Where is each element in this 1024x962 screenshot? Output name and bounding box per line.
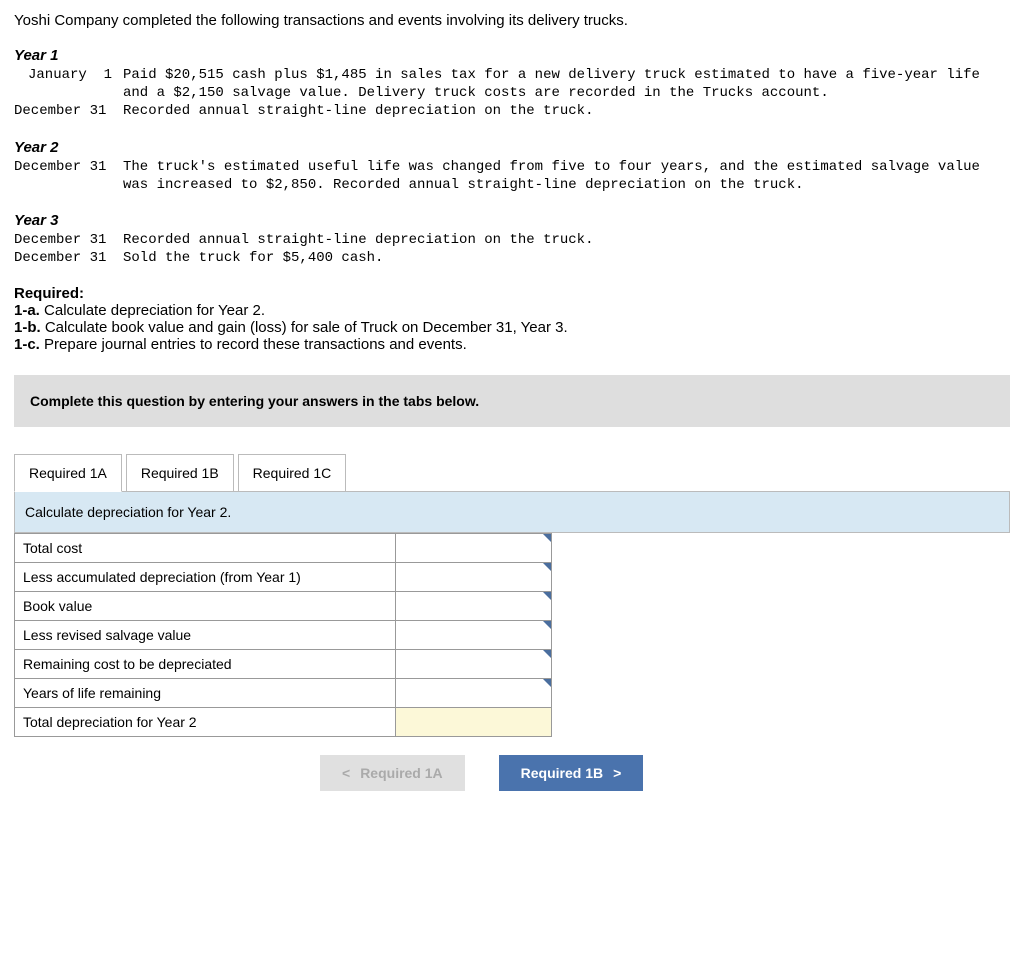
tab-required-1c[interactable]: Required 1C	[238, 454, 347, 492]
year2-heading: Year 2	[14, 139, 1010, 156]
row-less-accum-label: Less accumulated depreciation (from Year…	[15, 563, 396, 592]
req-1a-text: Calculate depreciation for Year 2.	[40, 302, 265, 319]
tabs-row: Required 1A Required 1B Required 1C	[14, 453, 1010, 492]
table-row: Total cost	[15, 534, 552, 563]
year3-dec31b-date: December 31	[14, 249, 123, 267]
table-row: Less accumulated depreciation (from Year…	[15, 563, 552, 592]
instruction-box: Complete this question by entering your …	[14, 375, 1010, 427]
tab-required-1b[interactable]: Required 1B	[126, 454, 234, 492]
row-book-value-label: Book value	[15, 592, 396, 621]
table-row: Remaining cost to be depreciated	[15, 650, 552, 679]
intro-text: Yoshi Company completed the following tr…	[14, 12, 1010, 29]
next-button[interactable]: Required 1B >	[499, 755, 644, 791]
row-total-depr-label: Total depreciation for Year 2	[15, 708, 396, 737]
year1-dec31-date: December 31	[14, 102, 123, 120]
table-row: Less revised salvage value	[15, 621, 552, 650]
row-less-salvage-input[interactable]	[396, 621, 552, 650]
table-row: Total depreciation for Year 2	[15, 708, 552, 737]
tab-content-header: Calculate depreciation for Year 2.	[14, 492, 1010, 533]
req-1c-label: 1-c.	[14, 336, 40, 353]
year2-dec31-date: December 31	[14, 158, 123, 194]
row-total-cost-input[interactable]	[396, 534, 552, 563]
required-title: Required:	[14, 285, 1010, 302]
row-less-salvage-label: Less revised salvage value	[15, 621, 396, 650]
required-block: Required: 1-a. Calculate depreciation fo…	[14, 285, 1010, 353]
row-total-depr-input[interactable]	[396, 708, 552, 737]
year1-jan1-date: January 1	[28, 66, 123, 102]
year3-dec31b-text: Sold the truck for $5,400 cash.	[123, 249, 1010, 267]
req-1b-text: Calculate book value and gain (loss) for…	[41, 319, 568, 336]
row-remaining-cost-label: Remaining cost to be depreciated	[15, 650, 396, 679]
year3-dec31a-date: December 31	[14, 231, 123, 249]
calculation-table: Total cost Less accumulated depreciation…	[14, 533, 552, 737]
year3-heading: Year 3	[14, 212, 1010, 229]
row-years-remaining-label: Years of life remaining	[15, 679, 396, 708]
year3-dec31a-text: Recorded annual straight-line depreciati…	[123, 231, 1010, 249]
next-button-label: Required 1B	[521, 765, 603, 781]
corner-indicator-icon	[543, 679, 551, 687]
corner-indicator-icon	[543, 592, 551, 600]
req-1a-label: 1-a.	[14, 302, 40, 319]
row-less-accum-input[interactable]	[396, 563, 552, 592]
corner-indicator-icon	[543, 650, 551, 658]
corner-indicator-icon	[543, 621, 551, 629]
chevron-right-icon: >	[613, 765, 621, 781]
row-total-cost-label: Total cost	[15, 534, 396, 563]
row-years-remaining-input[interactable]	[396, 679, 552, 708]
year2-dec31-text: The truck's estimated useful life was ch…	[123, 158, 1010, 194]
year1-heading: Year 1	[14, 47, 1010, 64]
prev-button-label: Required 1A	[360, 765, 442, 781]
tab-required-1a[interactable]: Required 1A	[14, 454, 122, 492]
corner-indicator-icon	[543, 534, 551, 542]
table-row: Years of life remaining	[15, 679, 552, 708]
corner-indicator-icon	[543, 563, 551, 571]
year1-dec31-text: Recorded annual straight-line depreciati…	[123, 102, 1010, 120]
row-remaining-cost-input[interactable]	[396, 650, 552, 679]
row-book-value-input[interactable]	[396, 592, 552, 621]
req-1c-text: Prepare journal entries to record these …	[40, 336, 467, 353]
req-1b-label: 1-b.	[14, 319, 41, 336]
year1-jan1-text: Paid $20,515 cash plus $1,485 in sales t…	[123, 66, 1010, 102]
prev-button: < Required 1A	[320, 755, 465, 791]
table-row: Book value	[15, 592, 552, 621]
chevron-left-icon: <	[342, 765, 350, 781]
